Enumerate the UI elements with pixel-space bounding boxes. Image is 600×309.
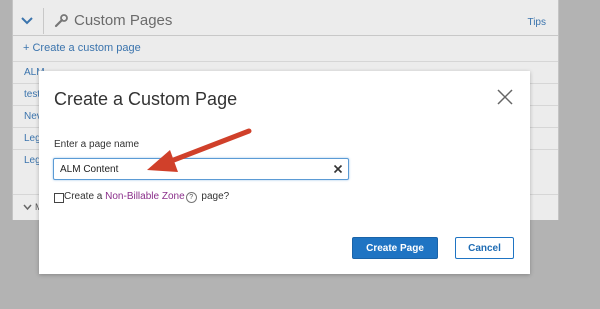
non-billable-label: Create a Non-Billable Zone? page? bbox=[64, 191, 229, 203]
panel-header: Custom Pages Tips bbox=[13, 5, 558, 36]
non-billable-checkbox[interactable] bbox=[54, 193, 64, 203]
panel-title: Custom Pages bbox=[74, 12, 173, 29]
list-item-label: test bbox=[24, 89, 41, 100]
header-divider bbox=[43, 8, 44, 34]
close-icon[interactable] bbox=[496, 88, 514, 106]
cancel-button[interactable]: Cancel bbox=[455, 237, 514, 259]
tips-link[interactable]: Tips bbox=[527, 17, 546, 28]
create-page-button[interactable]: Create Page bbox=[352, 237, 438, 259]
page-name-label: Enter a page name bbox=[54, 139, 140, 150]
wrench-icon bbox=[54, 14, 68, 28]
chevron-down-icon[interactable] bbox=[20, 16, 34, 26]
chevron-down-icon bbox=[23, 204, 32, 211]
clear-x-icon[interactable] bbox=[332, 163, 344, 175]
create-custom-page-link[interactable]: + Create a custom page bbox=[23, 42, 141, 54]
checkbox-suffix: page? bbox=[198, 191, 230, 202]
dialog-title: Create a Custom Page bbox=[54, 89, 238, 109]
non-billable-zone-link[interactable]: Non-Billable Zone bbox=[105, 191, 185, 202]
checkbox-prefix: Create a bbox=[64, 191, 106, 202]
page-name-input[interactable] bbox=[53, 158, 349, 180]
help-circle-icon[interactable]: ? bbox=[185, 192, 197, 203]
create-custom-page-dialog: Create a Custom Page Enter a page name C… bbox=[39, 71, 530, 274]
